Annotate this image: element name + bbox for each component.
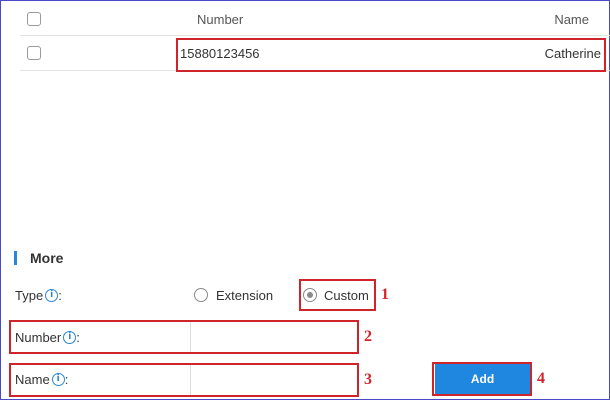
info-icon[interactable]: i: [45, 289, 59, 302]
annotation-box-row: [176, 38, 606, 72]
section-accent-bar: [14, 251, 17, 265]
column-header-name[interactable]: Name: [554, 12, 589, 27]
annotation-number-2: 2: [364, 328, 372, 345]
radio-extension[interactable]: [194, 288, 208, 302]
select-all-checkbox[interactable]: [27, 12, 41, 26]
annotation-box-3: [9, 363, 359, 397]
annotation-box-4: [432, 362, 532, 396]
annotation-box-2: [9, 320, 359, 354]
annotation-number-4: 4: [537, 370, 545, 387]
column-header-number[interactable]: Number: [197, 12, 243, 27]
row-checkbox[interactable]: [27, 46, 41, 60]
annotation-number-1: 1: [381, 286, 389, 303]
annotation-box-1: [299, 279, 376, 311]
section-title-more: More: [30, 250, 64, 266]
annotation-number-3: 3: [364, 371, 372, 388]
radio-extension-label[interactable]: Extension: [216, 288, 273, 303]
table-header: Number Name: [20, 0, 610, 36]
type-label: Type i :: [15, 288, 62, 303]
